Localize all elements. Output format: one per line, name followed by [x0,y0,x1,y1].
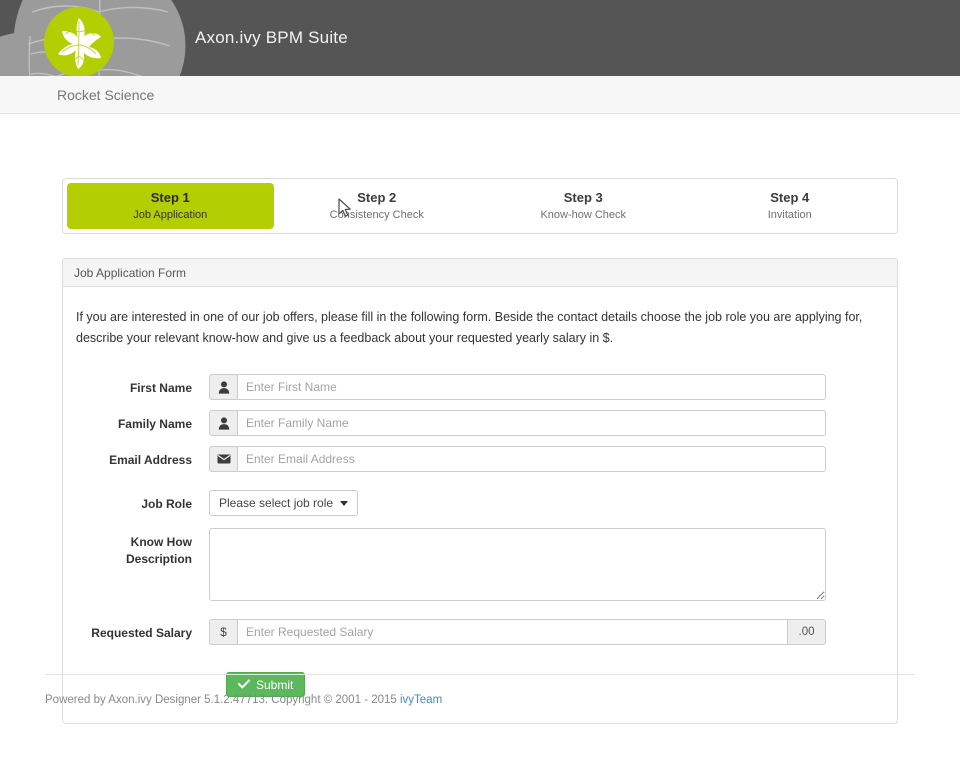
breadcrumb[interactable]: Rocket Science [57,87,154,103]
email-label: Email Address [109,453,192,468]
salary-decimals-suffix: .00 [788,619,826,646]
form-row-salary: Requested Salary $ .00 [74,619,886,646]
step-title: Step 3 [563,189,603,205]
app-title: Axon.ivy BPM Suite [195,28,348,47]
panel-header: Job Application Form [63,259,897,287]
step-subtitle: Invitation [767,208,812,221]
ivyteam-link[interactable]: ivyTeam [400,694,442,706]
footer: Powered by Axon.ivy Designer 5.1.2.47713… [45,674,915,706]
first-name-label: First Name [129,381,192,396]
step-item-2[interactable]: Step 2 Consistency Check [274,183,481,229]
form-row-email: Email Address [74,446,886,473]
user-icon [209,410,237,437]
step-item-3[interactable]: Step 3 Know-how Check [480,183,687,229]
user-icon [209,374,237,401]
first-name-input-group [209,374,826,401]
know-how-textarea[interactable] [209,528,826,602]
page-body: Step 1 Job Application Step 2 Consistenc… [0,114,960,760]
step-subtitle: Know-how Check [540,208,627,221]
know-how-label: Know How Description [125,535,192,567]
chevron-down-icon [340,500,349,506]
step-title: Step 1 [150,189,190,205]
email-input[interactable] [237,446,826,473]
form-row-know-how: Know How Description [74,528,886,602]
email-input-group [209,446,826,473]
form-row-family-name: Family Name [74,410,886,437]
family-name-label: Family Name [117,417,192,432]
breadcrumb-bar: Rocket Science [0,76,960,114]
step-subtitle: Consistency Check [329,208,424,221]
step-subtitle: Job Application [133,208,208,221]
job-role-select[interactable]: Please select job role [209,490,359,517]
panel-title: Job Application Form [74,265,187,280]
job-application-panel: Job Application Form If you are interest… [62,258,898,725]
job-role-label: Job Role [141,497,192,512]
step-item-4[interactable]: Step 4 Invitation [687,183,894,229]
step-title: Step 4 [770,189,810,205]
salary-label: Requested Salary [91,626,192,641]
intro-text: If you are interested in one of our job … [76,310,863,345]
step-title: Step 2 [357,189,397,205]
dollar-icon: $ [209,619,237,646]
panel-body: If you are interested in one of our job … [63,287,897,723]
ivy-leaf-logo-icon [58,18,101,69]
salary-input[interactable] [237,619,788,646]
step-item-1[interactable]: Step 1 Job Application [67,183,274,229]
form-row-first-name: First Name [74,374,886,401]
family-name-input[interactable] [237,410,826,437]
step-navigation: Step 1 Job Application Step 2 Consistenc… [62,178,898,234]
footer-text: Powered by Axon.ivy Designer 5.1.2.47713… [45,694,400,706]
app-header: Axon.ivy BPM Suite [0,0,960,76]
envelope-icon [209,446,237,473]
salary-input-group: $ .00 [209,619,826,646]
job-role-selected-value: Please select job role [219,496,334,511]
form-row-job-role: Job Role Please select job role [74,490,886,517]
family-name-input-group [209,410,826,437]
first-name-input[interactable] [237,374,826,401]
